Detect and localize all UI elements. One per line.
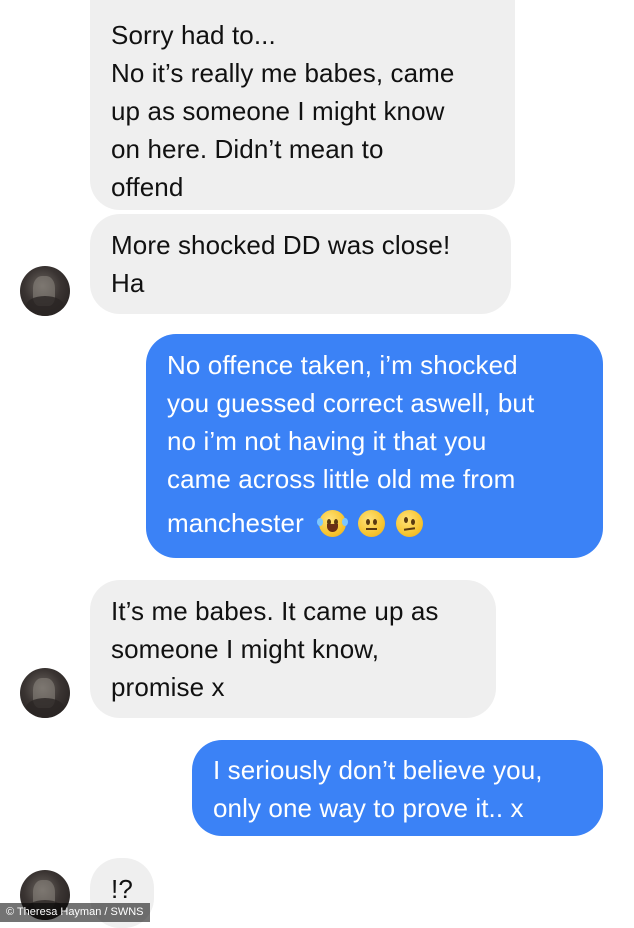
neutral-face-emoji (357, 510, 385, 537)
contact-avatar[interactable] (20, 266, 70, 316)
message-line: No it’s really me babes, came (111, 58, 455, 88)
raised-eyebrow-emoji (395, 510, 423, 537)
message-line: No offence taken, i’m shocked (167, 350, 518, 380)
incoming-message-bubble[interactable]: Sorry had to... No it’s really me babes,… (90, 0, 515, 210)
message-line: only one way to prove it.. x (213, 793, 524, 823)
laughing-tears-emoji (317, 510, 349, 537)
incoming-message-bubble[interactable]: More shocked DD was close! Ha (90, 214, 511, 314)
message-line: came across little old me from (167, 464, 516, 494)
contact-avatar[interactable] (20, 668, 70, 718)
message-line: Sorry had to... (111, 20, 276, 50)
message-line: you guessed correct aswell, but (167, 388, 535, 418)
message-line: Ha (111, 268, 145, 298)
message-line: offend (111, 172, 184, 202)
incoming-message-bubble[interactable]: It’s me babes. It came up as someone I m… (90, 580, 496, 718)
message-line: promise x (111, 672, 225, 702)
outgoing-message-bubble[interactable]: No offence taken, i’m shocked you guesse… (146, 334, 603, 558)
outgoing-message-bubble[interactable]: I seriously don’t believe you, only one … (192, 740, 603, 836)
message-line: More shocked DD was close! (111, 230, 451, 260)
message-line: no i’m not having it that you (167, 426, 487, 456)
message-line: someone I might know, (111, 634, 380, 664)
message-text: manchester (167, 508, 304, 538)
message-line: up as someone I might know (111, 96, 445, 126)
message-line: It’s me babes. It came up as (111, 596, 439, 626)
message-line-with-emojis: manchester (167, 504, 583, 542)
message-line: on here. Didn’t mean to (111, 134, 384, 164)
message-line: I seriously don’t believe you, (213, 755, 543, 785)
photo-credit: © Theresa Hayman / SWNS (0, 903, 150, 922)
